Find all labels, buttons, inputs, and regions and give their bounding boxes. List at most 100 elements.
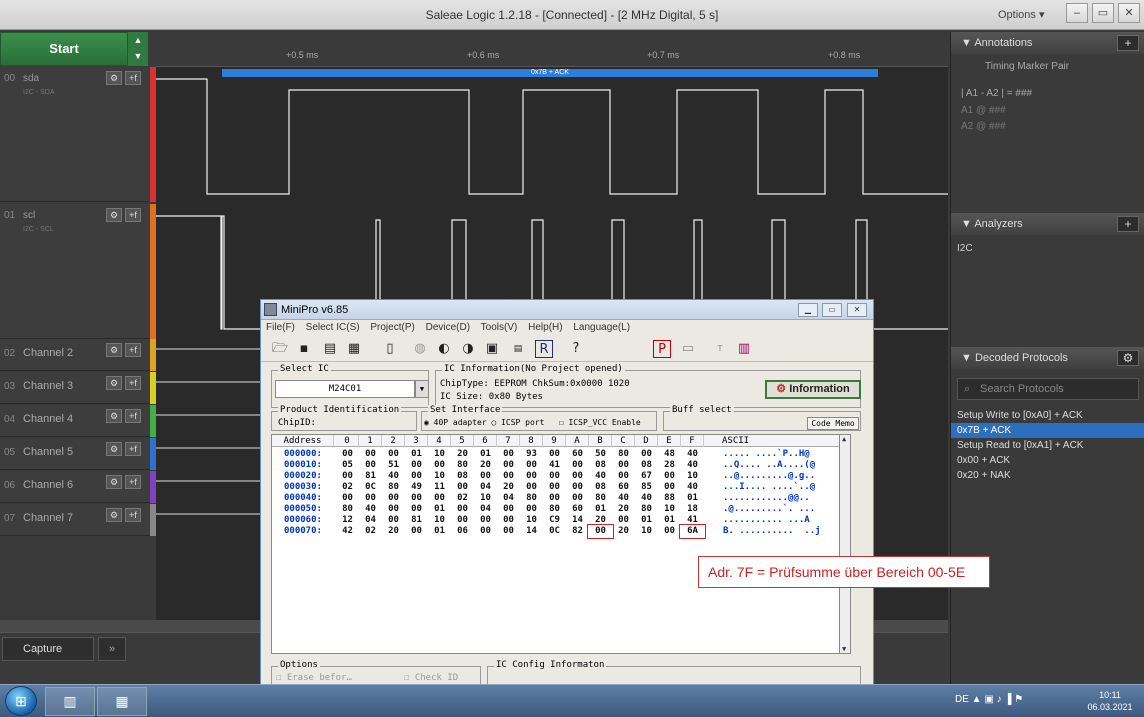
hex-byte[interactable]: 08 (635, 460, 658, 471)
decoded-protocols-header[interactable]: ▼ Decoded Protocols ⚙ (951, 347, 1144, 369)
hex-byte[interactable]: 01 (589, 504, 612, 515)
information-button[interactable]: ⚙ Information (765, 380, 861, 399)
chevron-right-icon[interactable]: » (98, 637, 126, 661)
decoded-item[interactable]: 0x00 + ACK (951, 453, 1144, 468)
hex-byte[interactable]: C9 (543, 515, 566, 526)
hex-byte[interactable]: 82 (566, 526, 589, 537)
hex-byte[interactable]: 02 (451, 493, 474, 504)
hex-byte[interactable]: 00 (566, 493, 589, 504)
read-id-icon[interactable]: ◍ (411, 340, 429, 358)
close-button[interactable]: ✕ (1118, 3, 1140, 23)
hex-byte[interactable]: 00 (543, 482, 566, 493)
hex-byte[interactable]: 80 (612, 449, 635, 460)
hex-byte[interactable]: 02 (359, 526, 382, 537)
channel-row-5[interactable]: 05 Channel 5 ⚙ +f (0, 438, 150, 470)
hex-byte[interactable]: 00 (359, 493, 382, 504)
system-tray[interactable]: DE ▲ ▣ ♪ ▐ ⚑ (955, 694, 1023, 705)
vertical-scrollbar[interactable]: ▲ ▼ (839, 434, 851, 654)
hex-byte[interactable]: 11 (428, 482, 451, 493)
hex-byte[interactable]: 60 (566, 504, 589, 515)
decoded-item[interactable]: 0x20 + NAK (951, 468, 1144, 483)
channel-name[interactable]: Channel 2 (23, 347, 73, 359)
channel-name[interactable]: Channel 4 (23, 413, 73, 425)
hex-byte[interactable]: 20 (612, 526, 635, 537)
hex-byte[interactable]: 80 (543, 504, 566, 515)
menu-tools[interactable]: Tools(V) (481, 322, 518, 333)
hex-byte[interactable]: 88 (658, 493, 681, 504)
gear-icon[interactable]: ⚙ (106, 343, 122, 357)
hex-row[interactable]: 000070: 42 02 20 00 01 06 00 00 14 0C 82 00 20 10 00 6A B… (272, 524, 848, 539)
decoded-item[interactable]: 0x7B + ACK (951, 423, 1144, 438)
hex-byte[interactable]: 00 (405, 460, 428, 471)
hex-byte[interactable]: 14 (566, 515, 589, 526)
hex-byte[interactable]: 40 (589, 471, 612, 482)
hex-byte[interactable]: 40 (382, 471, 405, 482)
options-menu[interactable]: Options ▾ (998, 8, 1045, 21)
hex-row[interactable]: 000020: 00 81 40 00 10 08 00 00 00 00 00 40 00 67 00 10.… (272, 471, 848, 482)
hex-byte[interactable]: 81 (359, 471, 382, 482)
hex-byte[interactable]: 00 (635, 449, 658, 460)
hex-byte[interactable]: 00 (382, 493, 405, 504)
start-orb-icon[interactable]: ⊞ (5, 686, 37, 716)
hex-byte[interactable]: 00 (497, 504, 520, 515)
device-icon[interactable]: ▯ (381, 340, 399, 358)
hex-byte[interactable]: 40 (635, 493, 658, 504)
hex-byte[interactable]: 14 (520, 526, 543, 537)
hex-byte[interactable]: 00 (543, 449, 566, 460)
channel-name[interactable]: Channel 7 (23, 512, 73, 524)
hex-byte[interactable]: 00 (405, 493, 428, 504)
chip-icon[interactable]: ▥ (735, 340, 753, 358)
hex-byte[interactable]: 01 (405, 449, 428, 460)
hex-row[interactable]: 000030: 02 0C 80 49 11 00 04 20 00 00 00 08 60 85 00 40.… (272, 482, 848, 493)
hex-byte[interactable]: 06 (451, 526, 474, 537)
hex-byte[interactable]: 00 (587, 524, 614, 539)
hex-byte[interactable]: 48 (658, 449, 681, 460)
hex-byte[interactable]: 80 (382, 482, 405, 493)
timing-marker-pair[interactable]: Timing Marker Pair (985, 61, 1069, 72)
hex-byte[interactable]: 10 (681, 471, 704, 482)
hex-byte[interactable]: 10 (428, 449, 451, 460)
hex-byte[interactable]: 00 (566, 471, 589, 482)
channel-row-6[interactable]: 06 Channel 6 ⚙ +f (0, 471, 150, 503)
hex-byte[interactable]: 00 (359, 460, 382, 471)
hex-byte[interactable]: 12 (336, 515, 359, 526)
hex-byte[interactable]: 00 (336, 449, 359, 460)
hex-byte[interactable]: 00 (497, 471, 520, 482)
hex-byte[interactable]: 42 (336, 526, 359, 537)
hex-byte[interactable]: 80 (589, 493, 612, 504)
hex-byte[interactable]: 80 (520, 493, 543, 504)
protect-icon[interactable]: P (653, 340, 671, 358)
search-protocols-input[interactable]: ⌕ Search Protocols (957, 378, 1139, 400)
help-icon[interactable]: ? (567, 340, 585, 358)
hex-byte[interactable]: 85 (635, 482, 658, 493)
hex-byte[interactable]: 80 (451, 460, 474, 471)
hex-byte[interactable]: 00 (543, 493, 566, 504)
test-icon[interactable]: T (711, 340, 729, 358)
gear-icon[interactable]: ⚙ (106, 376, 122, 390)
decoded-item[interactable]: Setup Write to [0xA0] + ACK (951, 408, 1144, 423)
clock[interactable]: 10:11 06.03.2021 (1080, 689, 1140, 713)
gear-icon[interactable]: ⚙ (106, 442, 122, 456)
hex-byte[interactable]: 28 (658, 460, 681, 471)
channel-row-3[interactable]: 03 Channel 3 ⚙ +f (0, 372, 150, 404)
hex-byte[interactable]: 02 (336, 482, 359, 493)
interface-options[interactable]: ◉ 40P adapter ○ ICSP port ☐ ICSP_VCC Ena… (424, 418, 641, 427)
hex-byte[interactable]: 10 (658, 504, 681, 515)
program-icon[interactable]: ▣ (483, 340, 501, 358)
hex-byte[interactable]: 49 (405, 482, 428, 493)
hex-byte[interactable]: 51 (382, 460, 405, 471)
hex-byte[interactable]: 01 (428, 526, 451, 537)
hex-byte[interactable]: 41 (681, 515, 704, 526)
hex-byte[interactable]: 00 (336, 493, 359, 504)
hex-byte[interactable]: 04 (474, 482, 497, 493)
hex-byte[interactable]: 01 (428, 504, 451, 515)
channel-name[interactable]: Channel 3 (23, 380, 73, 392)
hex-byte[interactable]: 0C (543, 526, 566, 537)
chevron-down-icon[interactable]: ▼ (415, 380, 429, 398)
gear-icon[interactable]: ⚙ (1117, 350, 1139, 366)
hex-byte[interactable]: 05 (336, 460, 359, 471)
add-analyzer-icon[interactable]: +f (125, 409, 141, 423)
hex-byte[interactable]: 67 (635, 471, 658, 482)
hex-byte[interactable]: 00 (658, 471, 681, 482)
hex-byte[interactable]: 00 (382, 504, 405, 515)
